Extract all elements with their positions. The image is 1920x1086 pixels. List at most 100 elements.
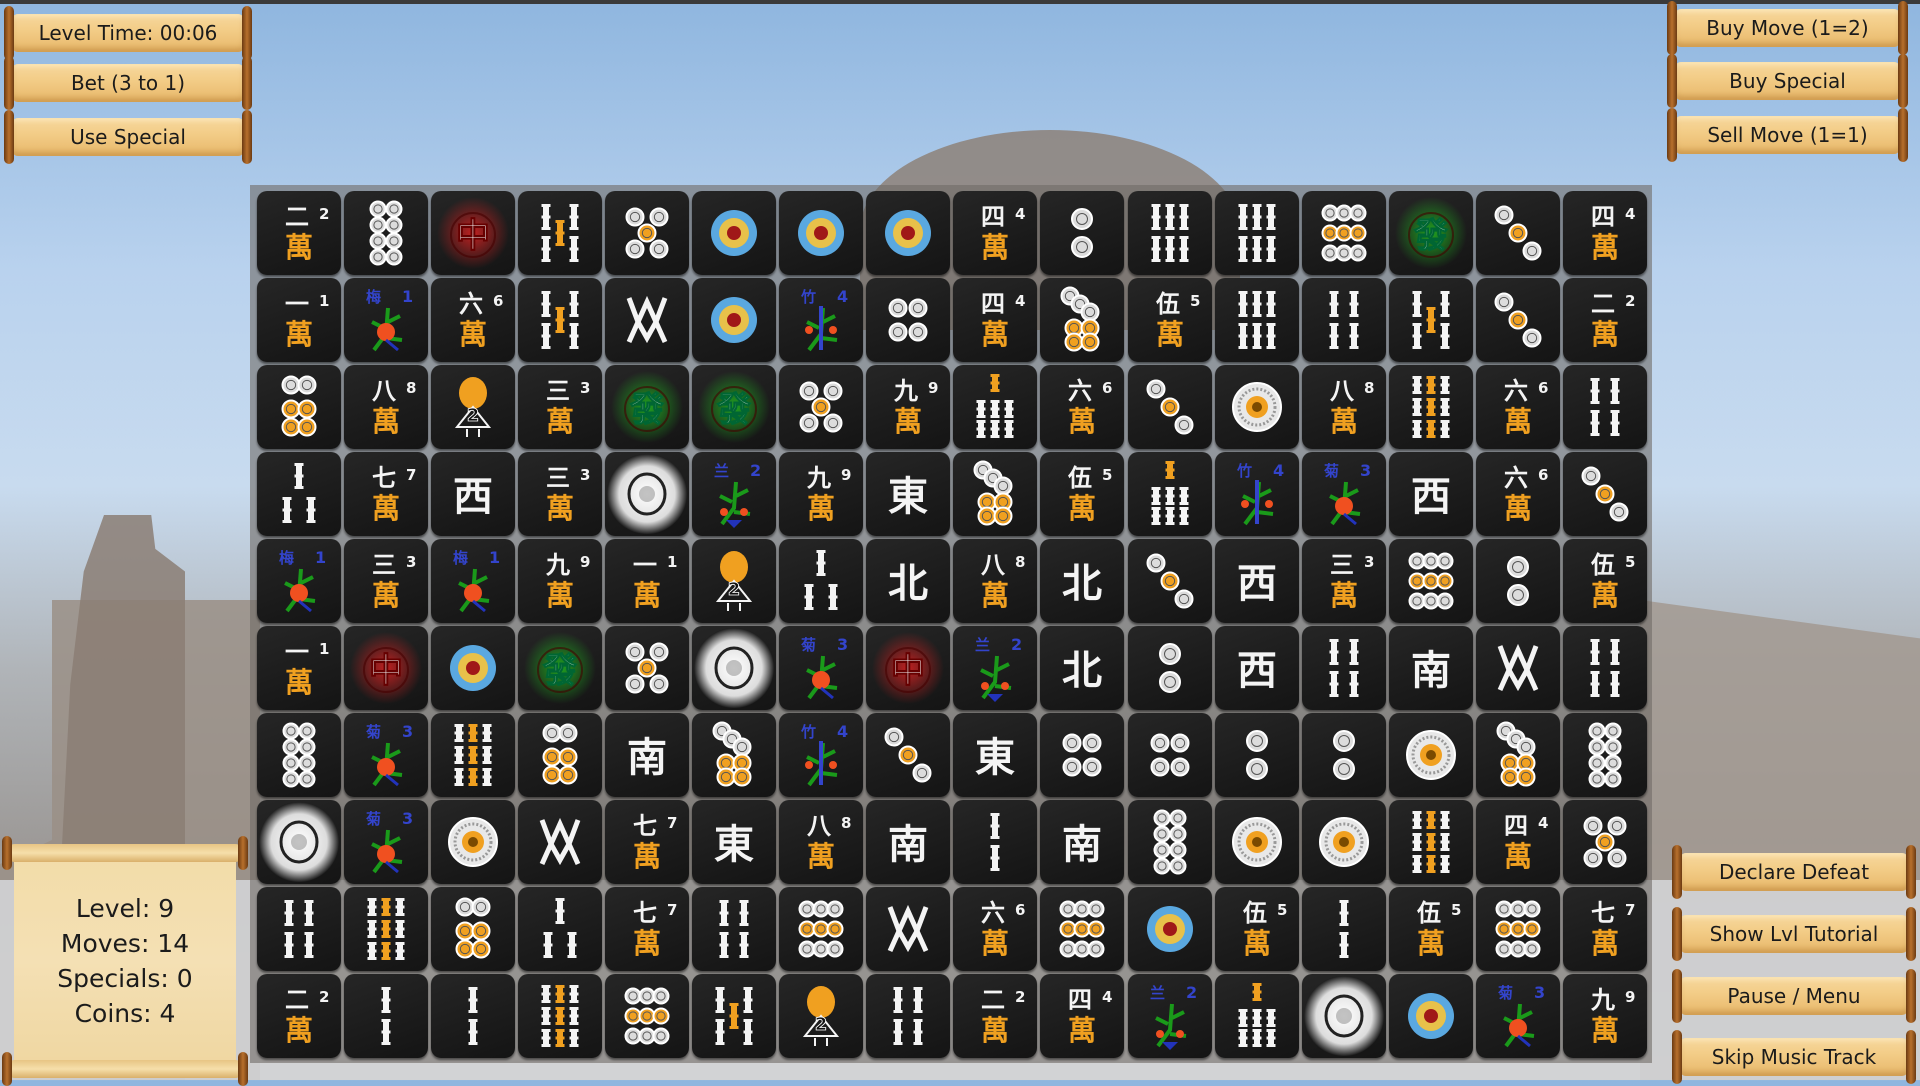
tile-wind-north[interactable]: 北 [866,539,950,623]
tile-char-9[interactable]: 九9萬 [866,365,950,449]
tile-bamboo-7[interactable] [953,365,1037,449]
tile-char-5[interactable]: 伍5萬 [1215,887,1299,971]
tile-circle-4[interactable] [1128,713,1212,797]
tile-circle-7[interactable] [692,713,776,797]
tile-wind-north[interactable]: 北 [1040,539,1124,623]
tile-circle-8[interactable] [1128,800,1212,884]
tile-flower-plum-1[interactable]: 梅1 [431,539,515,623]
tile-circle-2[interactable] [1040,191,1124,275]
pause-menu-button[interactable]: Pause / Menu [1672,969,1916,1023]
tile-char-5[interactable]: 伍5萬 [1040,452,1124,536]
tile-circle-1[interactable] [1128,887,1212,971]
tile-season-2[interactable]: 2 [692,539,776,623]
tile-wind-east[interactable]: 東 [953,713,1037,797]
tile-bamboo-8[interactable] [518,800,602,884]
tile-circle-1[interactable] [692,191,776,275]
tile-char-6[interactable]: 六6萬 [431,278,515,362]
tile-char-6[interactable]: 六6萬 [1040,365,1124,449]
tile-circle-4[interactable] [1040,713,1124,797]
tile-circle-2[interactable] [1476,539,1560,623]
tile-char-8[interactable]: 八8萬 [779,800,863,884]
tile-char-4[interactable]: 四4萬 [1040,974,1124,1058]
tile-flower-chrysanthemum-3[interactable]: 菊3 [344,800,428,884]
tile-bamboo-5[interactable] [518,278,602,362]
tile-flower-plum-1[interactable]: 梅1 [344,278,428,362]
tile-circle-6[interactable] [518,713,602,797]
tile-flower-chrysanthemum-3[interactable]: 菊3 [1476,974,1560,1058]
tile-flower-chrysanthemum-3[interactable]: 菊3 [779,626,863,710]
tile-circle-1[interactable] [866,191,950,275]
tile-char-5[interactable]: 伍5萬 [1389,887,1473,971]
tile-bamboo-2[interactable] [953,800,1037,884]
tile-bamboo-4[interactable] [692,887,776,971]
tile-wind-east[interactable]: 東 [692,800,776,884]
tile-bamboo-5[interactable] [1389,278,1473,362]
tile-bamboo-7[interactable] [1215,974,1299,1058]
tile-flower-chrysanthemum-3[interactable]: 菊3 [344,713,428,797]
tile-circle-7[interactable] [953,452,1037,536]
sell-move-button[interactable]: Sell Move (1=1) [1667,108,1908,162]
show-tutorial-button[interactable]: Show Lvl Tutorial [1672,907,1916,961]
tile-char-4[interactable]: 四4萬 [953,278,1037,362]
tile-bamboo-2[interactable] [431,974,515,1058]
tile-bamboo-8[interactable] [1476,626,1560,710]
tile-circle-7[interactable] [1476,713,1560,797]
tile-dragon-green[interactable]: 發 [1389,191,1473,275]
tile-season-2[interactable]: 2 [431,365,515,449]
tile-bamboo-6[interactable] [1215,278,1299,362]
tile-circle-8[interactable] [344,191,428,275]
tile-bamboo-3[interactable] [779,539,863,623]
tile-char-9[interactable]: 九9萬 [779,452,863,536]
tile-flower-orchid-2[interactable]: 兰2 [1128,974,1212,1058]
tile-flower-disc[interactable] [431,800,515,884]
tile-flower-plum-1[interactable]: 梅1 [257,539,341,623]
tile-circle-5[interactable] [605,191,689,275]
tile-circle-2[interactable] [1128,626,1212,710]
tile-bamboo-4[interactable] [1563,626,1647,710]
tile-char-8[interactable]: 八8萬 [953,539,1037,623]
tile-char-5[interactable]: 伍5萬 [1128,278,1212,362]
tile-circle-9[interactable] [605,974,689,1058]
tile-dragon-white[interactable] [1302,974,1386,1058]
tile-flower-chrysanthemum-3[interactable]: 菊3 [1302,452,1386,536]
tile-bamboo-3[interactable] [257,452,341,536]
tile-bamboo-2[interactable] [1302,887,1386,971]
tile-bamboo-9[interactable] [1389,800,1473,884]
tile-char-7[interactable]: 七7萬 [605,800,689,884]
tile-bamboo-5[interactable] [518,191,602,275]
tile-dragon-red[interactable]: 中 [344,626,428,710]
tile-char-1[interactable]: 一1萬 [257,626,341,710]
tile-circle-5[interactable] [779,365,863,449]
tile-char-4[interactable]: 四4萬 [953,191,1037,275]
tile-circle-9[interactable] [1040,887,1124,971]
tile-bamboo-9[interactable] [344,887,428,971]
tile-bamboo-3[interactable] [518,887,602,971]
tile-circle-3[interactable] [1476,191,1560,275]
tile-char-6[interactable]: 六6萬 [953,887,1037,971]
tile-circle-3[interactable] [1476,278,1560,362]
tile-flower-bamboo-4[interactable]: 竹4 [779,713,863,797]
tile-season-2[interactable]: 2 [779,974,863,1058]
tile-bamboo-6[interactable] [1128,191,1212,275]
tile-char-2[interactable]: 二2萬 [953,974,1037,1058]
tile-bamboo-4[interactable] [1563,365,1647,449]
tile-circle-6[interactable] [257,365,341,449]
tile-char-6[interactable]: 六6萬 [1476,365,1560,449]
tile-bamboo-4[interactable] [1302,278,1386,362]
tile-wind-east[interactable]: 東 [866,452,950,536]
tile-dragon-red[interactable]: 中 [866,626,950,710]
tile-dragon-green[interactable]: 發 [692,365,776,449]
buy-special-button[interactable]: Buy Special [1667,54,1908,108]
tile-char-9[interactable]: 九9萬 [518,539,602,623]
tile-char-1[interactable]: 一1萬 [605,539,689,623]
tile-char-2[interactable]: 二2萬 [1563,278,1647,362]
use-special-button[interactable]: Use Special [4,110,252,164]
tile-char-7[interactable]: 七7萬 [344,452,428,536]
tile-bamboo-4[interactable] [257,887,341,971]
tile-flower-bamboo-4[interactable]: 竹4 [779,278,863,362]
tile-char-3[interactable]: 三3萬 [1302,539,1386,623]
tile-char-7[interactable]: 七7萬 [1563,887,1647,971]
tile-char-9[interactable]: 九9萬 [1563,974,1647,1058]
tile-char-8[interactable]: 八8萬 [1302,365,1386,449]
tile-circle-4[interactable] [866,278,950,362]
